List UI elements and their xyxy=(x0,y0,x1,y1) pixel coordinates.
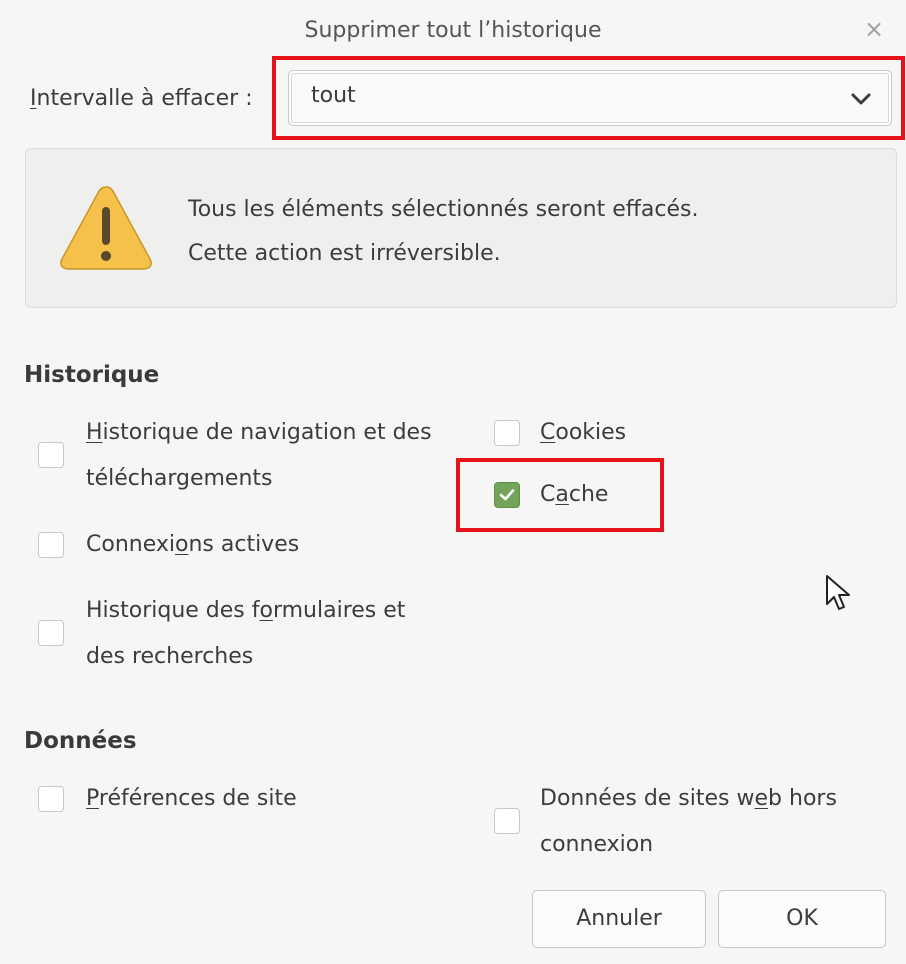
label-cookies[interactable]: Cookies xyxy=(540,418,626,448)
label-form-history-2[interactable]: des recherches xyxy=(86,642,253,672)
cancel-button[interactable]: Annuler xyxy=(532,890,706,948)
label-active-logins[interactable]: Connexions actives xyxy=(86,530,299,560)
label-offline-data-2[interactable]: connexion xyxy=(540,830,653,860)
close-icon[interactable]: × xyxy=(860,14,888,44)
checkbox-site-preferences[interactable] xyxy=(38,786,64,812)
warning-line-1: Tous les éléments sélectionnés seront ef… xyxy=(188,197,699,222)
ok-button[interactable]: OK xyxy=(718,890,886,948)
label-browsing-history-2[interactable]: téléchargements xyxy=(86,464,272,494)
checkbox-form-history[interactable] xyxy=(38,620,64,646)
checkbox-cookies[interactable] xyxy=(494,420,520,446)
dialog-title: Supprimer tout l’historique xyxy=(304,18,602,43)
warning-triangle-icon xyxy=(60,186,152,270)
highlight-cache-box xyxy=(456,458,664,532)
label-site-preferences[interactable]: Préférences de site xyxy=(86,784,297,814)
label-form-history-1[interactable]: Historique des formulaires et xyxy=(86,596,405,626)
label-browsing-history-1[interactable]: Historique de navigation et des xyxy=(86,418,432,448)
label-offline-data-1[interactable]: Données de sites web hors xyxy=(540,784,837,814)
range-label: Intervalle à effacer : xyxy=(30,86,253,111)
highlight-range-box xyxy=(272,56,905,140)
mouse-pointer-icon xyxy=(826,575,850,610)
checkbox-active-logins[interactable] xyxy=(38,532,64,558)
section-heading-donnees: Données xyxy=(24,728,137,754)
checkbox-offline-data[interactable] xyxy=(494,808,520,834)
warning-box: Tous les éléments sélectionnés seront ef… xyxy=(25,148,897,308)
warning-line-2: Cette action est irréversible. xyxy=(188,241,501,266)
checkbox-browsing-history[interactable] xyxy=(38,442,64,468)
section-heading-historique: Historique xyxy=(24,362,160,388)
